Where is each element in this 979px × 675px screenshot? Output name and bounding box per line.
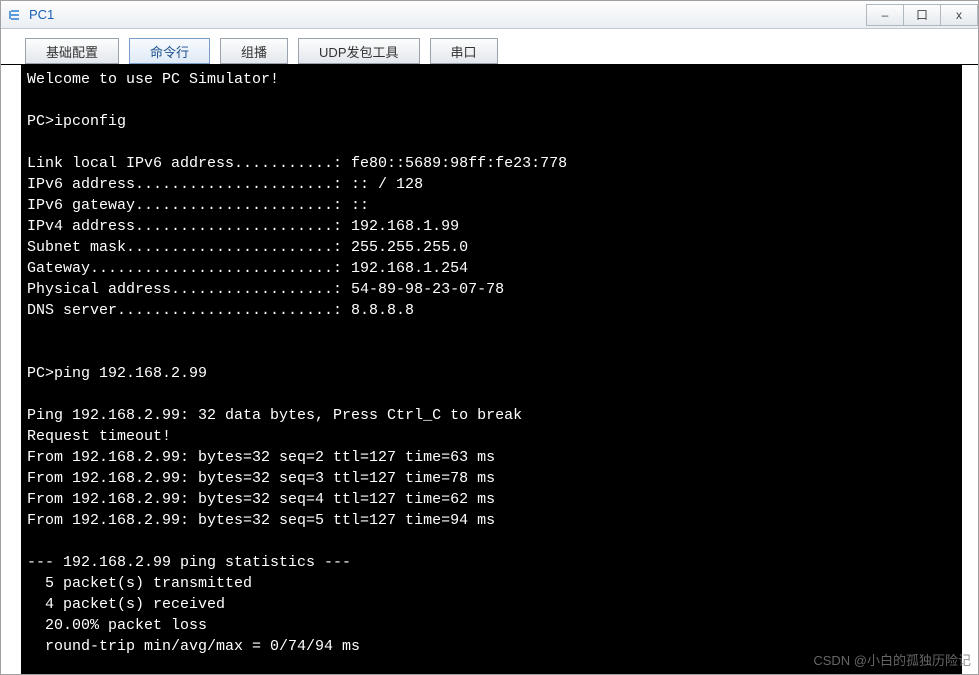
terminal-line: From 192.168.2.99: bytes=32 seq=4 ttl=12… xyxy=(27,491,495,508)
terminal-line: --- 192.168.2.99 ping statistics --- xyxy=(27,554,351,571)
terminal-line: Request timeout! xyxy=(27,428,171,445)
terminal-output[interactable]: Welcome to use PC Simulator! PC>ipconfig… xyxy=(15,65,968,674)
tabs-row: 基础配置 命令行 组播 UDP发包工具 串口 xyxy=(1,29,978,65)
terminal-line: Welcome to use PC Simulator! xyxy=(27,71,279,88)
terminal-line: IPv6 address......................: :: /… xyxy=(27,176,423,193)
tab-multicast[interactable]: 组播 xyxy=(220,38,288,64)
terminal-prompt: PC>ping 192.168.2.99 xyxy=(27,365,207,382)
window-controls: – 口 x xyxy=(867,4,978,26)
terminal-line: 20.00% packet loss xyxy=(27,617,207,634)
terminal-line: 4 packet(s) received xyxy=(27,596,225,613)
minimize-button[interactable]: – xyxy=(866,4,904,26)
tab-command-line[interactable]: 命令行 xyxy=(129,38,210,64)
terminal-line: From 192.168.2.99: bytes=32 seq=3 ttl=12… xyxy=(27,470,495,487)
terminal-line: DNS server........................: 8.8.… xyxy=(27,302,414,319)
terminal-line: 5 packet(s) transmitted xyxy=(27,575,252,592)
terminal-line: IPv6 gateway......................: :: xyxy=(27,197,369,214)
terminal-line: Ping 192.168.2.99: 32 data bytes, Press … xyxy=(27,407,522,424)
terminal-line: Subnet mask.......................: 255.… xyxy=(27,239,468,256)
terminal-line: Physical address..................: 54-8… xyxy=(27,281,504,298)
tab-serial[interactable]: 串口 xyxy=(430,38,498,64)
terminal-line: From 192.168.2.99: bytes=32 seq=5 ttl=12… xyxy=(27,512,495,529)
tab-udp-tool[interactable]: UDP发包工具 xyxy=(298,38,419,64)
terminal-line: IPv4 address......................: 192.… xyxy=(27,218,459,235)
terminal-line: Gateway...........................: 192.… xyxy=(27,260,468,277)
tab-label: 基础配置 xyxy=(46,42,98,61)
tab-basic-config[interactable]: 基础配置 xyxy=(25,38,119,64)
terminal-line: round-trip min/avg/max = 0/74/94 ms xyxy=(27,638,360,655)
close-button[interactable]: x xyxy=(940,4,978,26)
tab-label: UDP发包工具 xyxy=(319,42,398,61)
tab-label: 串口 xyxy=(451,42,477,61)
titlebar[interactable]: PC1 – 口 x xyxy=(1,1,978,29)
window-title: PC1 xyxy=(29,7,867,22)
maximize-button[interactable]: 口 xyxy=(903,4,941,26)
terminal-prompt: PC>ipconfig xyxy=(27,113,126,130)
tab-label: 命令行 xyxy=(150,42,189,61)
tab-label: 组播 xyxy=(241,42,267,61)
app-window: PC1 – 口 x 基础配置 命令行 组播 UDP发包工具 串口 Welcome… xyxy=(0,0,979,675)
app-icon xyxy=(7,7,23,23)
terminal-line: From 192.168.2.99: bytes=32 seq=2 ttl=12… xyxy=(27,449,495,466)
terminal-line: Link local IPv6 address...........: fe80… xyxy=(27,155,567,172)
